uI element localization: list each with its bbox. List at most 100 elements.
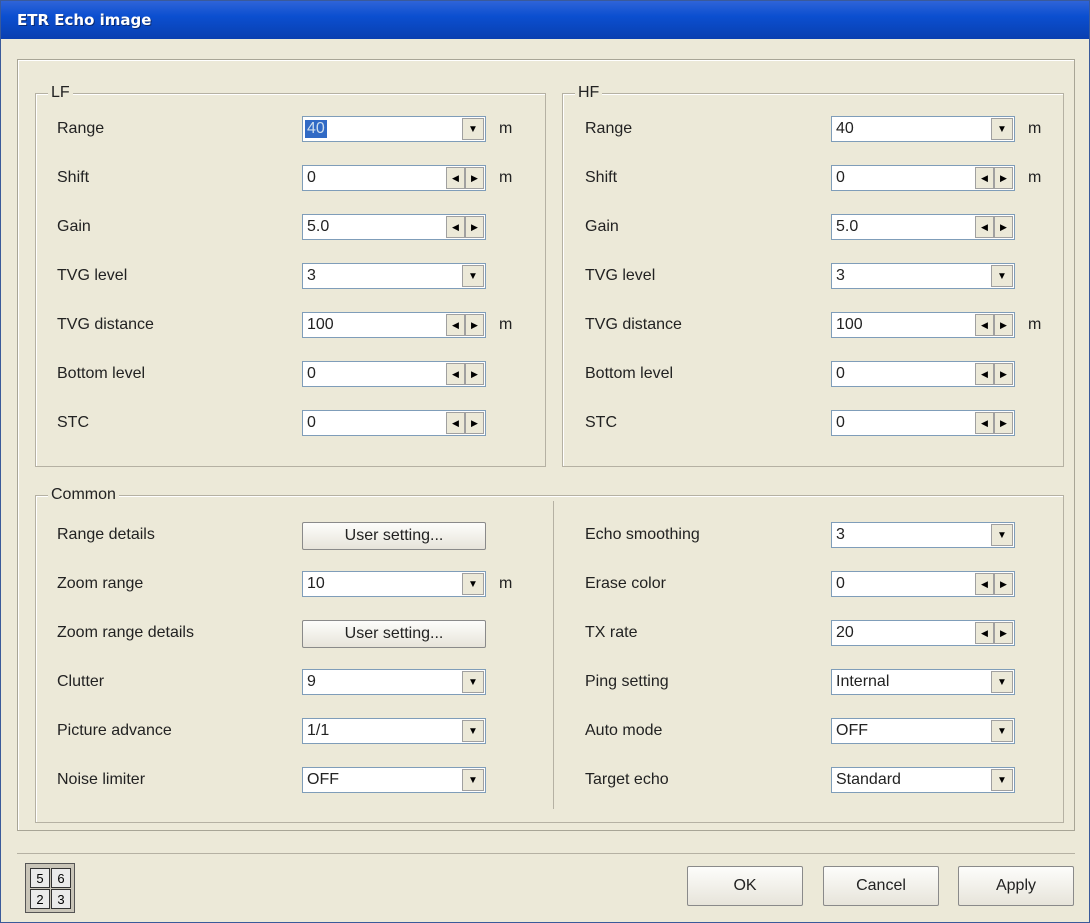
- common-target-echo-select[interactable]: Standard ▼: [831, 767, 1015, 793]
- lf-gain-stepper[interactable]: 5.0 ◀ ▶: [302, 214, 486, 240]
- common-echo-smoothing-label: Echo smoothing: [585, 526, 700, 543]
- hf-gain-label: Gain: [585, 218, 619, 235]
- common-picture-advance-select[interactable]: 1/1 ▼: [302, 718, 486, 744]
- arrow-left-icon[interactable]: ◀: [975, 363, 994, 385]
- common-auto-mode-label: Auto mode: [585, 722, 663, 739]
- chevron-down-icon[interactable]: ▼: [991, 265, 1013, 287]
- arrow-left-icon[interactable]: ◀: [446, 216, 465, 238]
- arrow-left-icon[interactable]: ◀: [975, 314, 994, 336]
- hf-range-label: Range: [585, 120, 633, 137]
- common-clutter-select[interactable]: 9 ▼: [302, 669, 486, 695]
- hf-bottom-level-spin-buttons: ◀ ▶: [975, 363, 1013, 385]
- common-tx-rate-stepper[interactable]: 20 ◀ ▶: [831, 620, 1015, 646]
- hf-tvg-level-select[interactable]: 3 ▼: [831, 263, 1015, 289]
- lf-tvg-distance-label: TVG distance: [57, 316, 154, 333]
- lf-shift-label: Shift: [57, 169, 90, 186]
- arrow-right-icon[interactable]: ▶: [465, 167, 484, 189]
- lf-stc-stepper[interactable]: 0 ◀ ▶: [302, 410, 486, 436]
- lf-bottom-level-stepper[interactable]: 0 ◀ ▶: [302, 361, 486, 387]
- common-ping-setting-select[interactable]: Internal ▼: [831, 669, 1015, 695]
- hf-tvg-distance-value: 100: [836, 316, 863, 333]
- lf-group-legend: LF: [48, 84, 73, 102]
- arrow-right-icon[interactable]: ▶: [465, 363, 484, 385]
- chevron-down-icon[interactable]: ▼: [991, 769, 1013, 791]
- common-erase-color-label: Erase color: [585, 575, 666, 592]
- hf-range-select[interactable]: 40 ▼: [831, 116, 1015, 142]
- lf-tvg-distance-unit: m: [499, 316, 513, 333]
- ok-button[interactable]: OK: [687, 866, 803, 906]
- chevron-down-icon[interactable]: ▼: [462, 720, 484, 742]
- common-auto-mode-value: OFF: [836, 722, 868, 739]
- lf-gain-spin-buttons: ◀ ▶: [446, 216, 484, 238]
- arrow-left-icon[interactable]: ◀: [975, 167, 994, 189]
- common-echo-smoothing-select[interactable]: 3 ▼: [831, 522, 1015, 548]
- title-bar[interactable]: ETR Echo image: [1, 1, 1089, 39]
- lf-tvg-level-label: TVG level: [57, 267, 128, 284]
- common-erase-color-value: 0: [836, 575, 845, 592]
- common-clutter-value: 9: [307, 673, 316, 690]
- hf-shift-spin-buttons: ◀ ▶: [975, 167, 1013, 189]
- lf-shift-stepper[interactable]: 0 ◀ ▶: [302, 165, 486, 191]
- lf-shift-spin-buttons: ◀ ▶: [446, 167, 484, 189]
- common-erase-color-stepper[interactable]: 0 ◀ ▶: [831, 571, 1015, 597]
- arrow-left-icon[interactable]: ◀: [446, 167, 465, 189]
- lf-tvg-distance-stepper[interactable]: 100 ◀ ▶: [302, 312, 486, 338]
- chevron-down-icon[interactable]: ▼: [991, 671, 1013, 693]
- hf-bottom-level-label: Bottom level: [585, 365, 674, 382]
- hf-bottom-level-stepper[interactable]: 0 ◀ ▶: [831, 361, 1015, 387]
- lf-stc-label: STC: [57, 414, 89, 431]
- common-clutter-label: Clutter: [57, 673, 105, 690]
- chevron-down-icon[interactable]: ▼: [462, 118, 484, 140]
- lf-tvg-level-select[interactable]: 3 ▼: [302, 263, 486, 289]
- arrow-right-icon[interactable]: ▶: [994, 216, 1013, 238]
- arrow-right-icon[interactable]: ▶: [994, 412, 1013, 434]
- chevron-down-icon[interactable]: ▼: [991, 118, 1013, 140]
- common-noise-limiter-select[interactable]: OFF ▼: [302, 767, 486, 793]
- chevron-down-icon[interactable]: ▼: [462, 265, 484, 287]
- chevron-down-icon[interactable]: ▼: [462, 671, 484, 693]
- arrow-right-icon[interactable]: ▶: [994, 314, 1013, 336]
- common-zoom-range-select[interactable]: 10 ▼: [302, 571, 486, 597]
- arrow-left-icon[interactable]: ◀: [975, 573, 994, 595]
- common-ping-setting-value: Internal: [836, 673, 890, 690]
- apply-button[interactable]: Apply: [958, 866, 1074, 906]
- arrow-left-icon[interactable]: ◀: [446, 363, 465, 385]
- common-picture-advance-value: 1/1: [307, 722, 330, 739]
- lf-bottom-level-value: 0: [307, 365, 316, 382]
- arrow-left-icon[interactable]: ◀: [446, 314, 465, 336]
- chevron-down-icon[interactable]: ▼: [991, 524, 1013, 546]
- grid-cell-5: 5: [30, 868, 50, 888]
- hf-tvg-distance-stepper[interactable]: 100 ◀ ▶: [831, 312, 1015, 338]
- arrow-right-icon[interactable]: ▶: [994, 573, 1013, 595]
- hf-tvg-level-label: TVG level: [585, 267, 656, 284]
- arrow-left-icon[interactable]: ◀: [975, 622, 994, 644]
- arrow-right-icon[interactable]: ▶: [465, 216, 484, 238]
- lf-range-label: Range: [57, 120, 105, 137]
- arrow-right-icon[interactable]: ▶: [994, 363, 1013, 385]
- lf-shift-unit: m: [499, 169, 513, 186]
- chevron-down-icon[interactable]: ▼: [462, 769, 484, 791]
- chevron-down-icon[interactable]: ▼: [991, 720, 1013, 742]
- arrow-right-icon[interactable]: ▶: [994, 167, 1013, 189]
- lf-range-unit: m: [499, 120, 513, 137]
- arrow-right-icon[interactable]: ▶: [465, 314, 484, 336]
- arrow-left-icon[interactable]: ◀: [446, 412, 465, 434]
- common-target-echo-label: Target echo: [585, 771, 669, 788]
- arrow-left-icon[interactable]: ◀: [975, 216, 994, 238]
- common-auto-mode-select[interactable]: OFF ▼: [831, 718, 1015, 744]
- cancel-button[interactable]: Cancel: [823, 866, 939, 906]
- arrow-left-icon[interactable]: ◀: [975, 412, 994, 434]
- common-range-details-button[interactable]: User setting...: [302, 522, 486, 550]
- common-zoom-range-details-label: Zoom range details: [57, 624, 194, 641]
- lf-range-select[interactable]: 40 ▼: [302, 116, 486, 142]
- arrow-right-icon[interactable]: ▶: [994, 622, 1013, 644]
- common-zoom-range-details-button[interactable]: User setting...: [302, 620, 486, 648]
- arrow-right-icon[interactable]: ▶: [465, 412, 484, 434]
- keypad-grid-icon[interactable]: 5 6 2 3: [25, 863, 75, 913]
- hf-stc-stepper[interactable]: 0 ◀ ▶: [831, 410, 1015, 436]
- lf-bottom-level-label: Bottom level: [57, 365, 146, 382]
- common-erase-color-spin-buttons: ◀ ▶: [975, 573, 1013, 595]
- chevron-down-icon[interactable]: ▼: [462, 573, 484, 595]
- hf-gain-stepper[interactable]: 5.0 ◀ ▶: [831, 214, 1015, 240]
- hf-shift-stepper[interactable]: 0 ◀ ▶: [831, 165, 1015, 191]
